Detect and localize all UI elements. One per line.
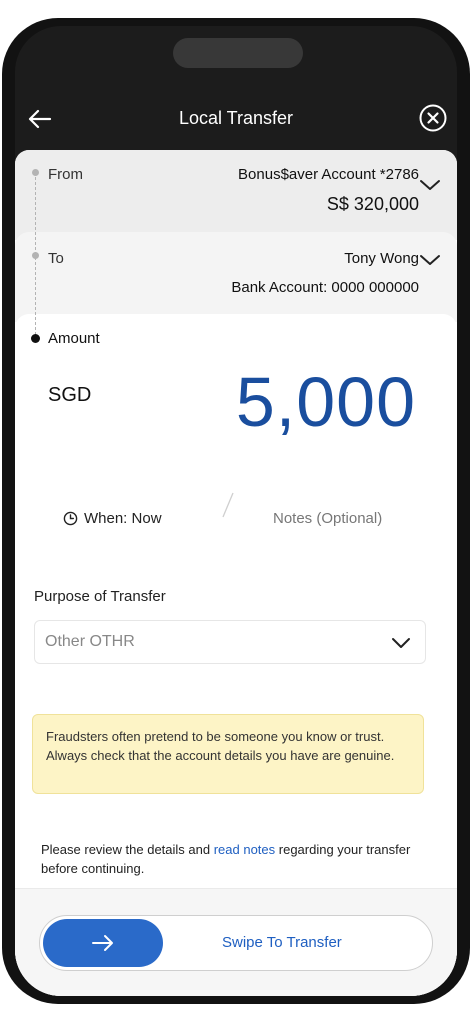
to-account-selector[interactable]: To Tony Wong Bank Account: 0000 000000	[15, 232, 457, 322]
amount-label: Amount	[48, 330, 100, 347]
timeline-dot-to	[32, 252, 39, 259]
fraud-warning-banner: Fraudsters often pretend to be someone y…	[32, 714, 424, 794]
from-account-name: Bonus$aver Account *2786	[238, 166, 419, 183]
from-label: From	[48, 166, 83, 183]
phone-frame: Local Transfer From Bonus$aver Account *…	[2, 18, 470, 1004]
to-label: To	[48, 250, 64, 267]
timeline-dot-amount	[31, 334, 40, 343]
swipe-to-transfer-slider[interactable]: Swipe To Transfer	[39, 915, 433, 971]
review-notice: Please review the details and read notes…	[41, 840, 421, 878]
swipe-label: Swipe To Transfer	[222, 934, 342, 951]
currency-code: SGD	[48, 384, 92, 406]
purpose-label: Purpose of Transfer	[34, 588, 166, 605]
arrow-right-icon	[92, 935, 113, 951]
chevron-down-icon[interactable]	[419, 253, 441, 267]
purpose-value: Other OTHR	[45, 633, 135, 650]
swipe-handle[interactable]	[43, 919, 163, 967]
amount-input[interactable]: 5,000	[236, 362, 416, 442]
from-account-selector[interactable]: From Bonus$aver Account *2786 S$ 320,000	[15, 150, 457, 240]
to-account-number: Bank Account: 0000 000000	[231, 279, 419, 296]
from-account-balance: S$ 320,000	[326, 194, 419, 214]
footer: Swipe To Transfer	[15, 888, 457, 996]
transfer-content: From Bonus$aver Account *2786 S$ 320,000…	[15, 150, 457, 996]
divider-slash	[222, 492, 234, 518]
when-label: When: Now	[84, 510, 162, 527]
chevron-down-icon[interactable]	[419, 178, 441, 192]
camera-notch	[173, 38, 303, 68]
close-icon[interactable]	[419, 104, 447, 132]
screen: Local Transfer From Bonus$aver Account *…	[15, 26, 457, 996]
purpose-dropdown[interactable]: Other OTHR	[34, 620, 426, 664]
chevron-down-icon	[392, 638, 410, 648]
to-recipient-name: Tony Wong	[344, 250, 419, 267]
read-notes-link[interactable]: read notes	[214, 842, 275, 857]
page-title: Local Transfer	[178, 108, 294, 128]
review-text-before: Please review the details and	[41, 842, 214, 857]
top-bar: Local Transfer	[15, 96, 457, 146]
clock-icon	[63, 511, 78, 526]
when-selector[interactable]: When: Now	[63, 510, 162, 527]
notes-button[interactable]: Notes (Optional)	[273, 510, 382, 527]
timeline-dot-from	[32, 169, 39, 176]
